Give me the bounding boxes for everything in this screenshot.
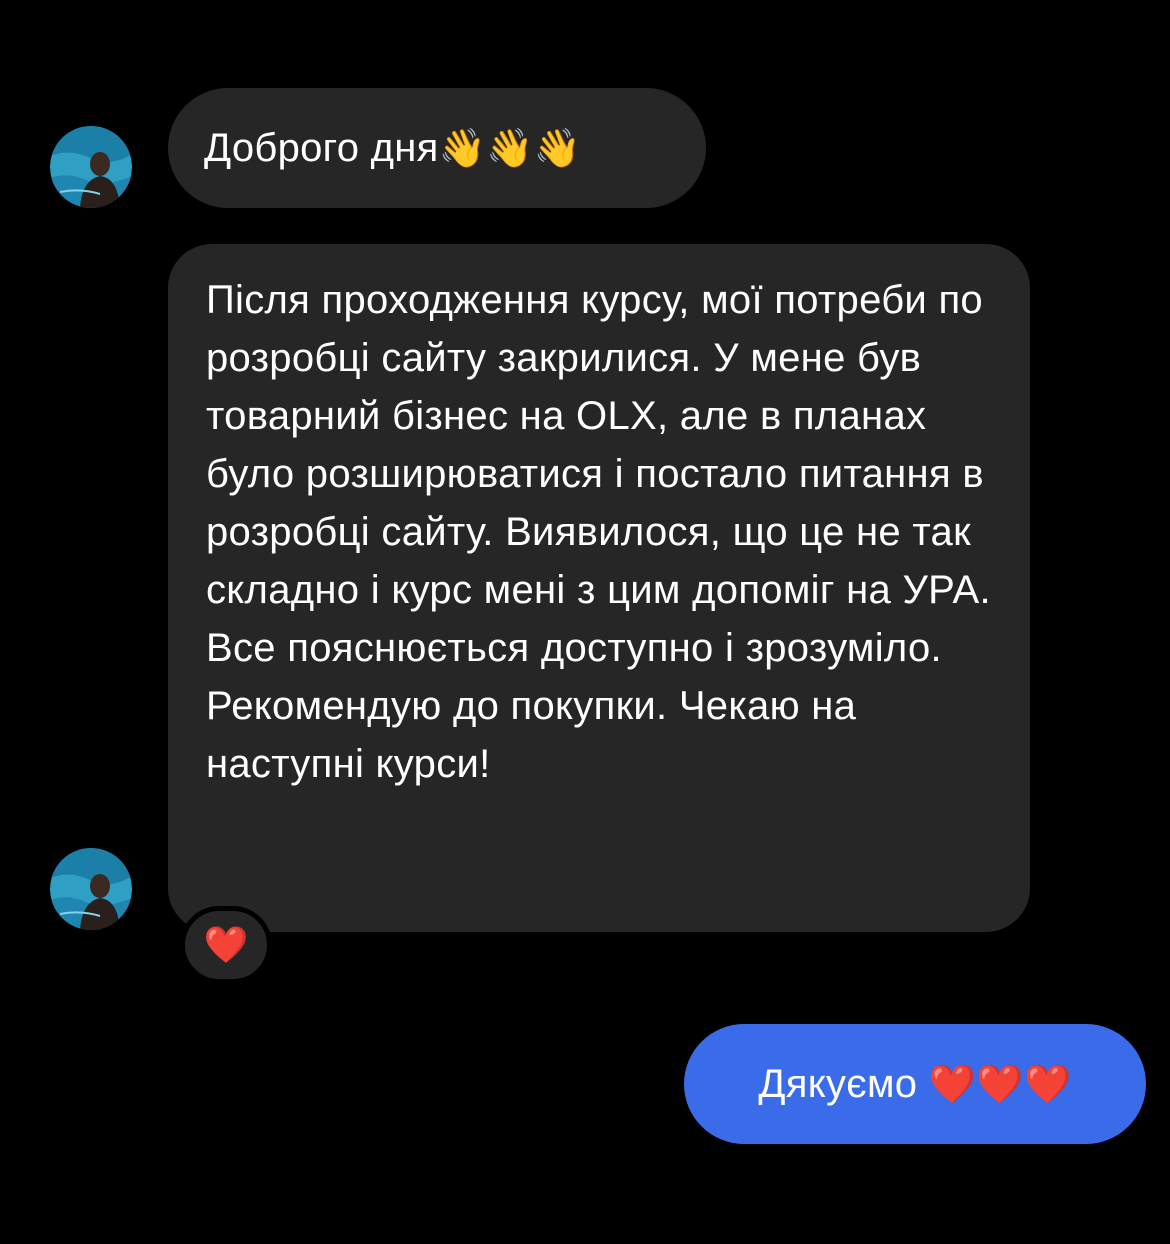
avatar-photo-icon — [50, 126, 132, 208]
message-text: Дякуємо — [758, 1062, 918, 1106]
red-heart-icon: ❤️❤️❤️ — [928, 1062, 1072, 1106]
message-bubble-incoming[interactable]: Доброго дня👋👋👋 — [168, 88, 706, 208]
message-text: Після проходження курсу, мої потреби по … — [206, 278, 991, 786]
red-heart-icon: ❤️ — [203, 925, 249, 966]
sender-avatar[interactable] — [50, 126, 132, 208]
message-bubble-outgoing[interactable]: Дякуємо ❤️❤️❤️ — [684, 1024, 1146, 1144]
message-reaction-badge[interactable]: ❤️ — [180, 906, 272, 984]
avatar-photo-icon — [50, 848, 132, 930]
waving-hand-icon: 👋👋👋 — [438, 126, 582, 170]
message-bubble-incoming[interactable]: Після проходження курсу, мої потреби по … — [168, 244, 1030, 932]
message-text: Доброго дня — [204, 126, 439, 170]
sender-avatar[interactable] — [50, 848, 132, 930]
